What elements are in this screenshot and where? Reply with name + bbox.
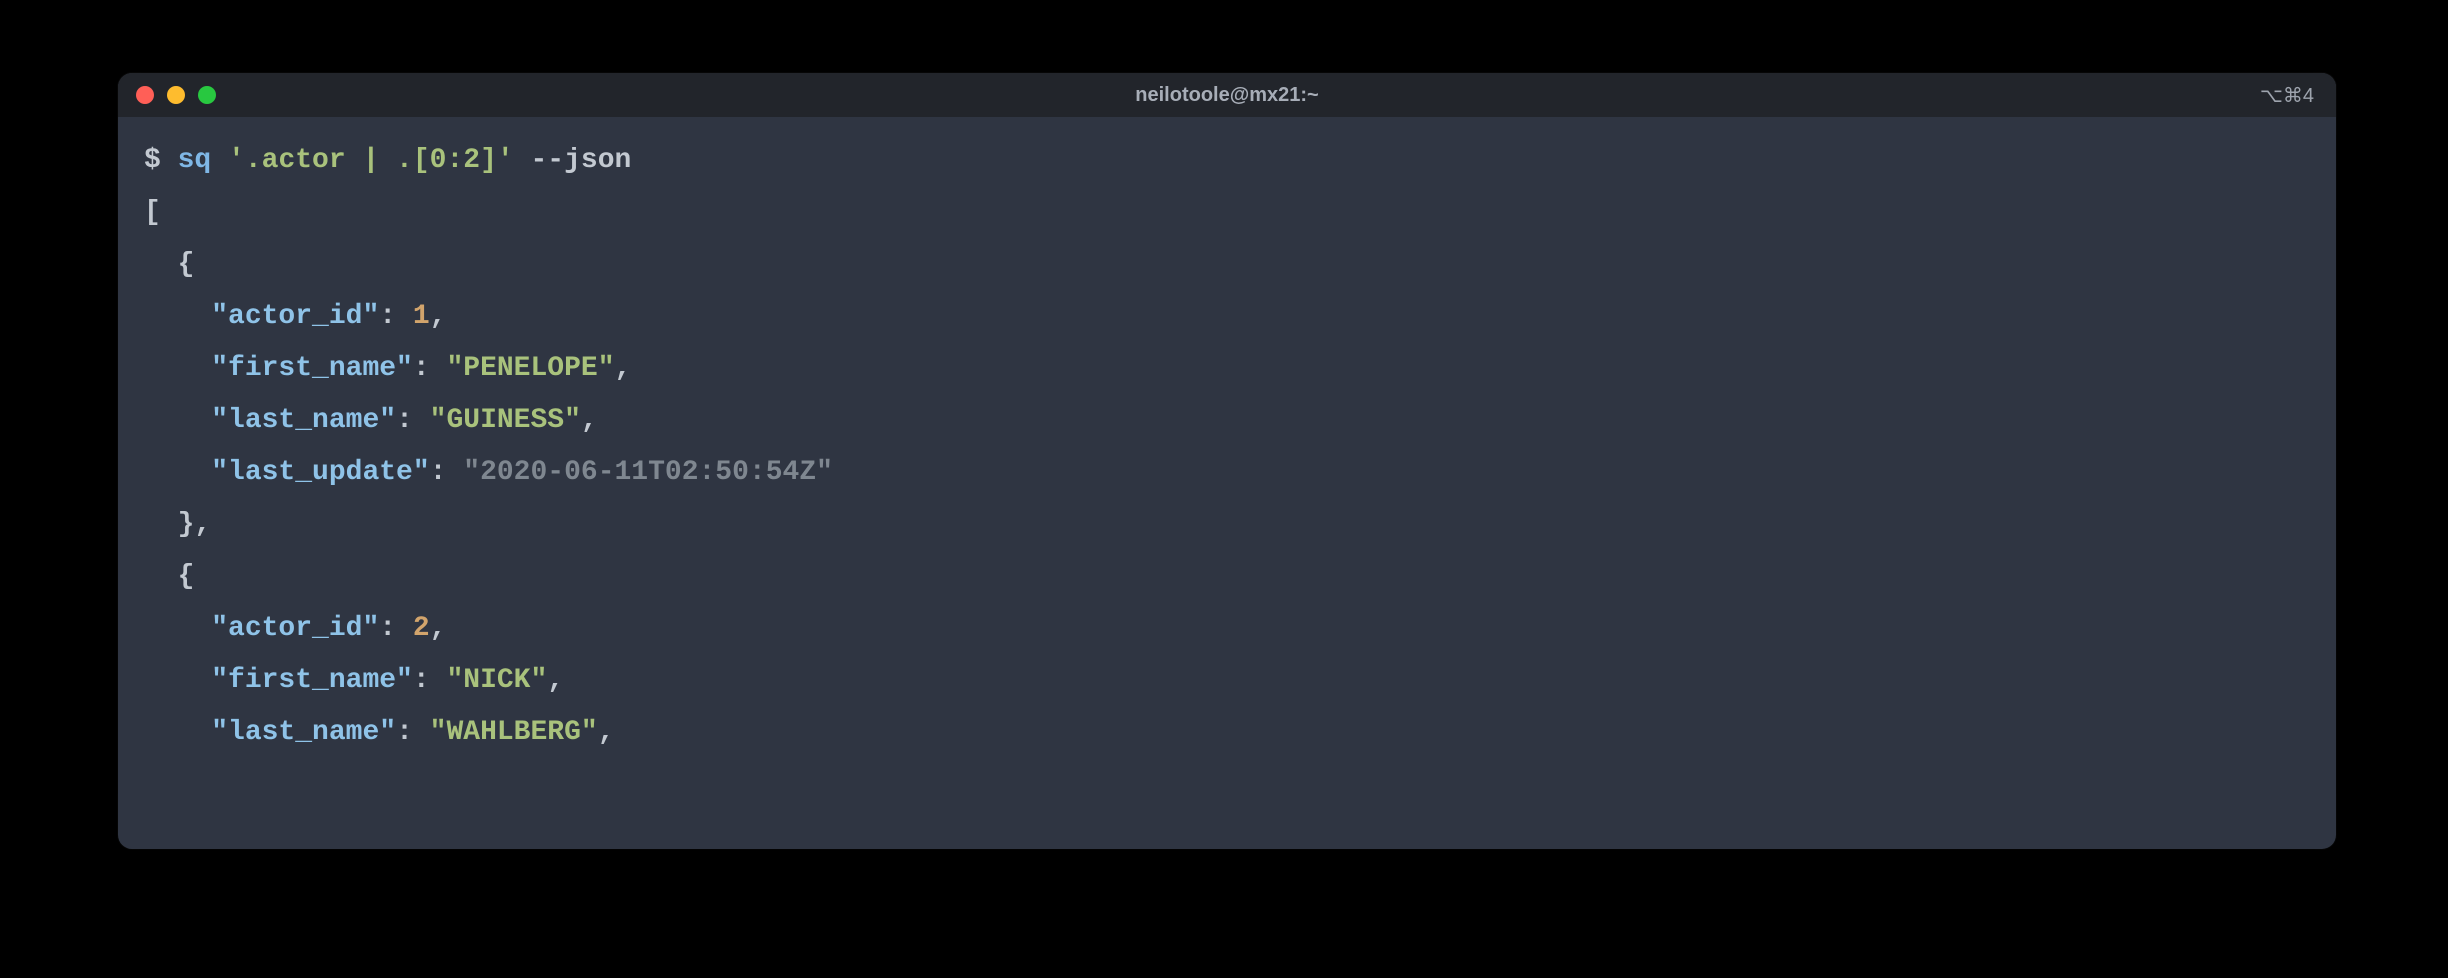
prompt-symbol: $ [144,145,178,176]
json-key: "last_name" [211,405,396,436]
json-colon: : [379,613,413,644]
json-colon: : [413,665,447,696]
json-comma: , [430,613,447,644]
json-brace-open: { [144,249,194,280]
json-comma: , [581,405,598,436]
json-comma: , [598,717,615,748]
json-brace-close: }, [144,509,211,540]
terminal-line: "actor_id": 1, [144,291,2310,343]
json-key: "last_name" [211,717,396,748]
json-key: "first_name" [211,353,413,384]
json-brace-open: { [144,561,194,592]
json-value: "GUINESS" [430,405,581,436]
json-value: "NICK" [446,665,547,696]
json-value: 1 [413,301,430,332]
json-colon: : [379,301,413,332]
json-open-bracket: [ [144,197,161,228]
terminal-line: "last_name": "WAHLBERG", [144,707,2310,759]
minimize-icon[interactable] [167,86,185,104]
terminal-line: }, [144,499,2310,551]
terminal-line: "last_name": "GUINESS", [144,395,2310,447]
command-name: sq [178,145,212,176]
json-value: "PENELOPE" [446,353,614,384]
json-value: 2 [413,613,430,644]
terminal-line: "first_name": "NICK", [144,655,2310,707]
zoom-icon[interactable] [198,86,216,104]
json-key: "last_update" [211,457,429,488]
traffic-lights [136,86,216,104]
json-colon: : [413,353,447,384]
close-icon[interactable] [136,86,154,104]
json-comma: , [547,665,564,696]
titlebar: neilotoole@mx21:~ ⌥⌘4 [118,73,2336,117]
terminal-line: [ [144,187,2310,239]
json-key: "actor_id" [211,613,379,644]
json-key: "first_name" [211,665,413,696]
terminal-line: "last_update": "2020-06-11T02:50:54Z" [144,447,2310,499]
terminal-window: neilotoole@mx21:~ ⌥⌘4 $ sq '.actor | .[0… [118,73,2336,849]
command-argument: '.actor | .[0:2]' [228,145,514,176]
json-value: "2020-06-11T02:50:54Z" [463,457,833,488]
terminal-line: "first_name": "PENELOPE", [144,343,2310,395]
terminal-line: "actor_id": 2, [144,603,2310,655]
terminal-line: { [144,239,2310,291]
json-colon: : [396,717,430,748]
terminal-body[interactable]: $ sq '.actor | .[0:2]' --json [ { "actor_… [118,117,2336,849]
terminal-line: $ sq '.actor | .[0:2]' --json [144,135,2310,187]
json-value: "WAHLBERG" [430,717,598,748]
shortcut-hint: ⌥⌘4 [2260,83,2314,108]
json-colon: : [396,405,430,436]
json-comma: , [430,301,447,332]
terminal-line: { [144,551,2310,603]
json-key: "actor_id" [211,301,379,332]
json-comma: , [615,353,632,384]
window-title: neilotoole@mx21:~ [118,84,2336,107]
command-flag: --json [531,145,632,176]
json-colon: : [430,457,464,488]
